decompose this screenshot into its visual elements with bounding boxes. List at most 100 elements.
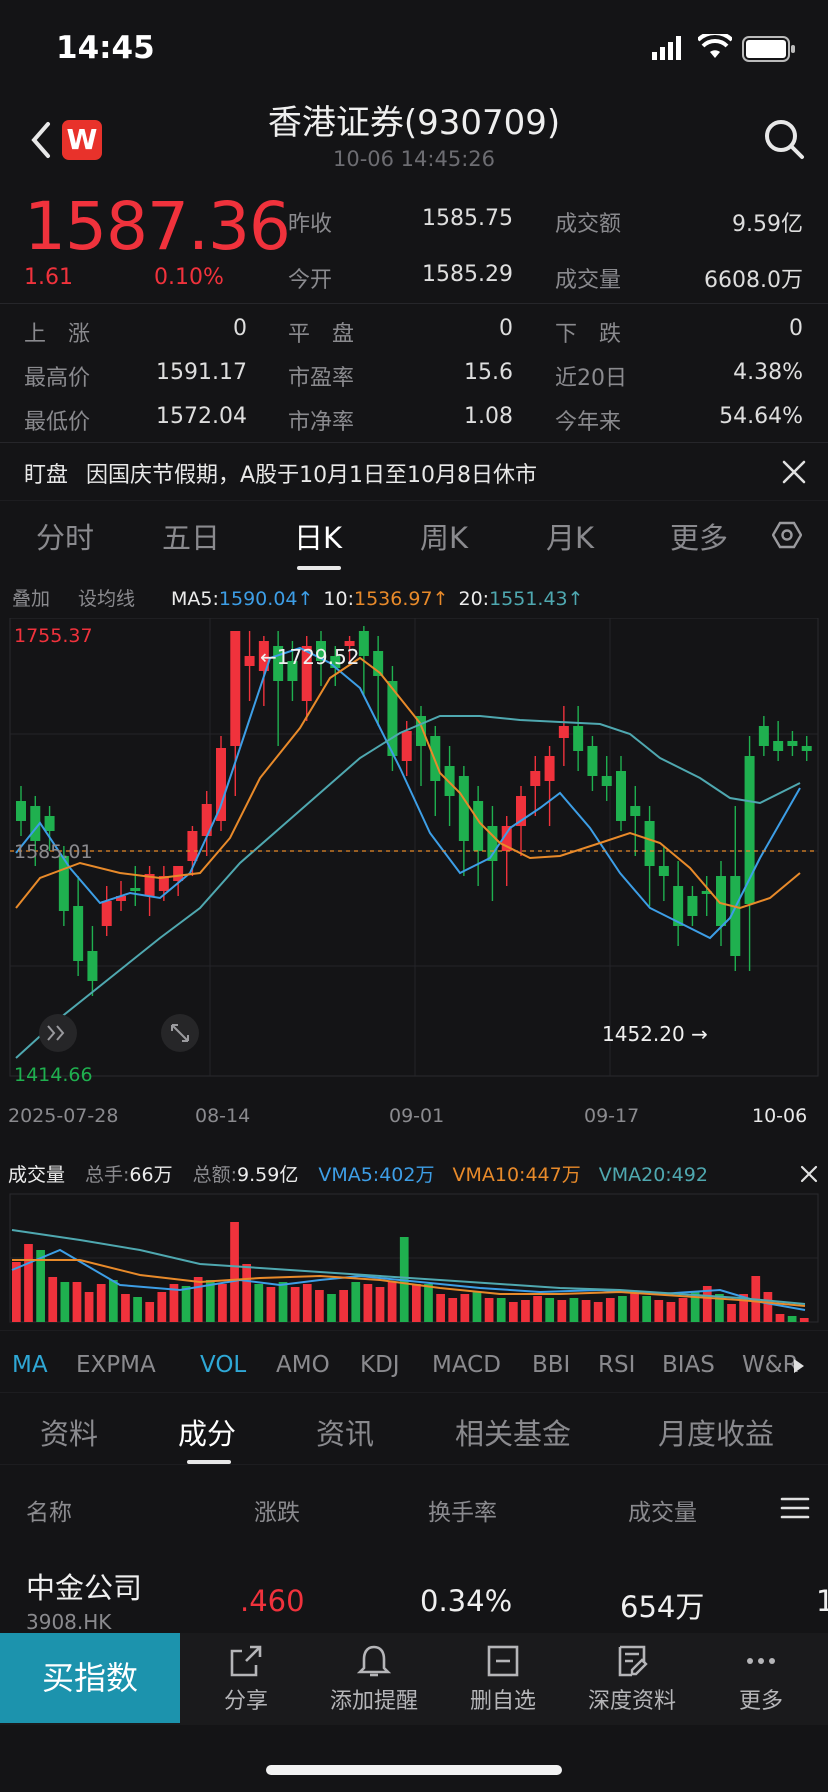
volume-bar	[799, 1318, 809, 1322]
volume-bar	[521, 1300, 530, 1322]
tab-profile[interactable]: 资料	[40, 1411, 98, 1453]
candle	[630, 786, 641, 856]
volume-bar	[290, 1287, 300, 1322]
candle-body	[16, 801, 26, 821]
overlay-button[interactable]: 叠加	[12, 588, 50, 610]
indicator-tab-kdj[interactable]: KDJ	[360, 1352, 400, 1378]
divider	[0, 1392, 828, 1393]
pb-label: 市净率	[288, 410, 355, 435]
indicator-tab-bbi[interactable]: BBI	[532, 1352, 570, 1378]
indicator-tab-expma[interactable]: EXPMA	[76, 1352, 156, 1378]
candle-body	[244, 656, 255, 666]
ma5-value: 1590.04↑	[218, 588, 314, 610]
price-change: 1.61	[24, 265, 73, 290]
ma5-label: MA5:	[171, 588, 219, 610]
prev-close-value: 1585.75	[422, 206, 513, 231]
total-amount-label: 总额:	[192, 1164, 238, 1186]
divider	[0, 500, 828, 501]
page-title: 香港证券(930709)	[267, 103, 561, 143]
add-alert-button[interactable]: 添加提醒	[314, 1633, 434, 1723]
indicator-tab-macd[interactable]: MACD	[432, 1352, 501, 1378]
tab-news[interactable]: 资讯	[316, 1411, 374, 1453]
volume-bar	[254, 1284, 264, 1322]
volume-bar	[593, 1302, 603, 1322]
tab-monthly-k[interactable]: 月K	[546, 515, 594, 557]
volume-bar	[424, 1284, 433, 1322]
volume-bar	[557, 1300, 567, 1322]
share-button[interactable]: 分享	[186, 1633, 306, 1723]
column-header-change[interactable]: 涨跌	[254, 1493, 300, 1527]
divider	[0, 442, 828, 443]
deep-data-label: 深度资料	[587, 1689, 676, 1714]
menu-icon[interactable]	[780, 1496, 810, 1520]
indicator-tab-amo[interactable]: AMO	[276, 1352, 330, 1378]
candle-body	[458, 776, 469, 841]
candle	[773, 721, 784, 761]
volume-bar	[763, 1292, 773, 1322]
candle	[744, 736, 755, 971]
close-icon[interactable]	[800, 1165, 818, 1183]
home-indicator[interactable]	[266, 1765, 562, 1775]
vma20-value: VMA20:492	[598, 1164, 708, 1186]
prev-close-label: 昨收	[288, 212, 333, 237]
more-button[interactable]: 更多	[701, 1633, 821, 1723]
deep-data-button[interactable]: 深度资料	[572, 1633, 692, 1723]
tab-related-funds[interactable]: 相关基金	[455, 1411, 571, 1453]
tab-five-day[interactable]: 五日	[162, 515, 220, 557]
chart-settings-icon[interactable]	[772, 520, 802, 550]
close-icon[interactable]	[780, 458, 808, 486]
ma10-value: 1536.97↑	[354, 588, 449, 610]
candlestick-chart[interactable]: 1755.37 1414.66 1585.01 ←1729.52 1452.20…	[0, 618, 828, 1138]
candle-body	[444, 766, 455, 796]
candle-body	[744, 756, 755, 904]
volume-bar	[278, 1282, 288, 1322]
volume-chart[interactable]	[0, 1190, 828, 1330]
volume-bar	[72, 1282, 82, 1322]
column-header-volume[interactable]: 成交量	[628, 1493, 697, 1527]
indicator-tab-rsi[interactable]: RSI	[598, 1352, 635, 1378]
candle-body	[601, 776, 612, 786]
volume-bar	[121, 1294, 130, 1322]
tab-intraday[interactable]: 分时	[36, 515, 94, 557]
volume-bar	[60, 1282, 70, 1322]
moving-average-lines	[15, 646, 801, 1059]
column-header-turnover[interactable]: 换手率	[428, 1493, 497, 1527]
volume-bar	[508, 1302, 518, 1322]
candle-body	[658, 866, 669, 876]
tab-constituents[interactable]: 成分	[178, 1411, 236, 1453]
max-price-annotation: ←1729.52	[260, 645, 359, 669]
tab-daily-k[interactable]: 日K	[294, 515, 342, 557]
tab-monthly-returns[interactable]: 月度收益	[658, 1411, 774, 1453]
candle	[144, 866, 155, 916]
min-price-annotation: 1452.20 →	[602, 1022, 708, 1046]
volume-title: 成交量	[8, 1164, 66, 1186]
expand-left-button[interactable]	[39, 1014, 77, 1052]
notice-text: 因国庆节假期，A股于10月1日至10月8日休市	[86, 463, 538, 488]
indicator-tab-bias[interactable]: BIAS	[662, 1352, 715, 1378]
volume-bar	[484, 1298, 494, 1322]
tab-more[interactable]: 更多	[670, 515, 728, 557]
search-icon[interactable]	[762, 117, 806, 161]
volume-bar	[605, 1298, 615, 1322]
indicator-tab-vol[interactable]: VOL	[200, 1352, 246, 1378]
volume-bar	[496, 1298, 506, 1322]
indicator-tab-ma[interactable]: MA	[12, 1352, 48, 1378]
volume-bar	[412, 1284, 421, 1322]
remove-watchlist-label: 删自选	[469, 1689, 536, 1714]
scroll-right-icon[interactable]	[793, 1358, 805, 1374]
volume-label: 成交量	[555, 268, 622, 293]
fullscreen-button[interactable]	[161, 1014, 199, 1052]
candle-body	[644, 821, 655, 866]
candles	[16, 626, 812, 996]
set-ma-button[interactable]: 设均线	[78, 588, 135, 610]
notice-banner[interactable]: 盯盘 因国庆节假期，A股于10月1日至10月8日休市	[24, 457, 537, 489]
candle-body	[687, 896, 698, 916]
tab-weekly-k[interactable]: 周K	[420, 515, 468, 557]
pe-value: 15.6	[464, 360, 513, 385]
candle-body	[544, 756, 555, 781]
volume-bar	[533, 1296, 542, 1322]
indicator-tab-wr[interactable]: W&R	[742, 1352, 799, 1378]
volume-bar	[48, 1277, 58, 1322]
buy-index-button[interactable]: 买指数	[0, 1633, 180, 1723]
remove-watchlist-button[interactable]: 删自选	[443, 1633, 563, 1723]
